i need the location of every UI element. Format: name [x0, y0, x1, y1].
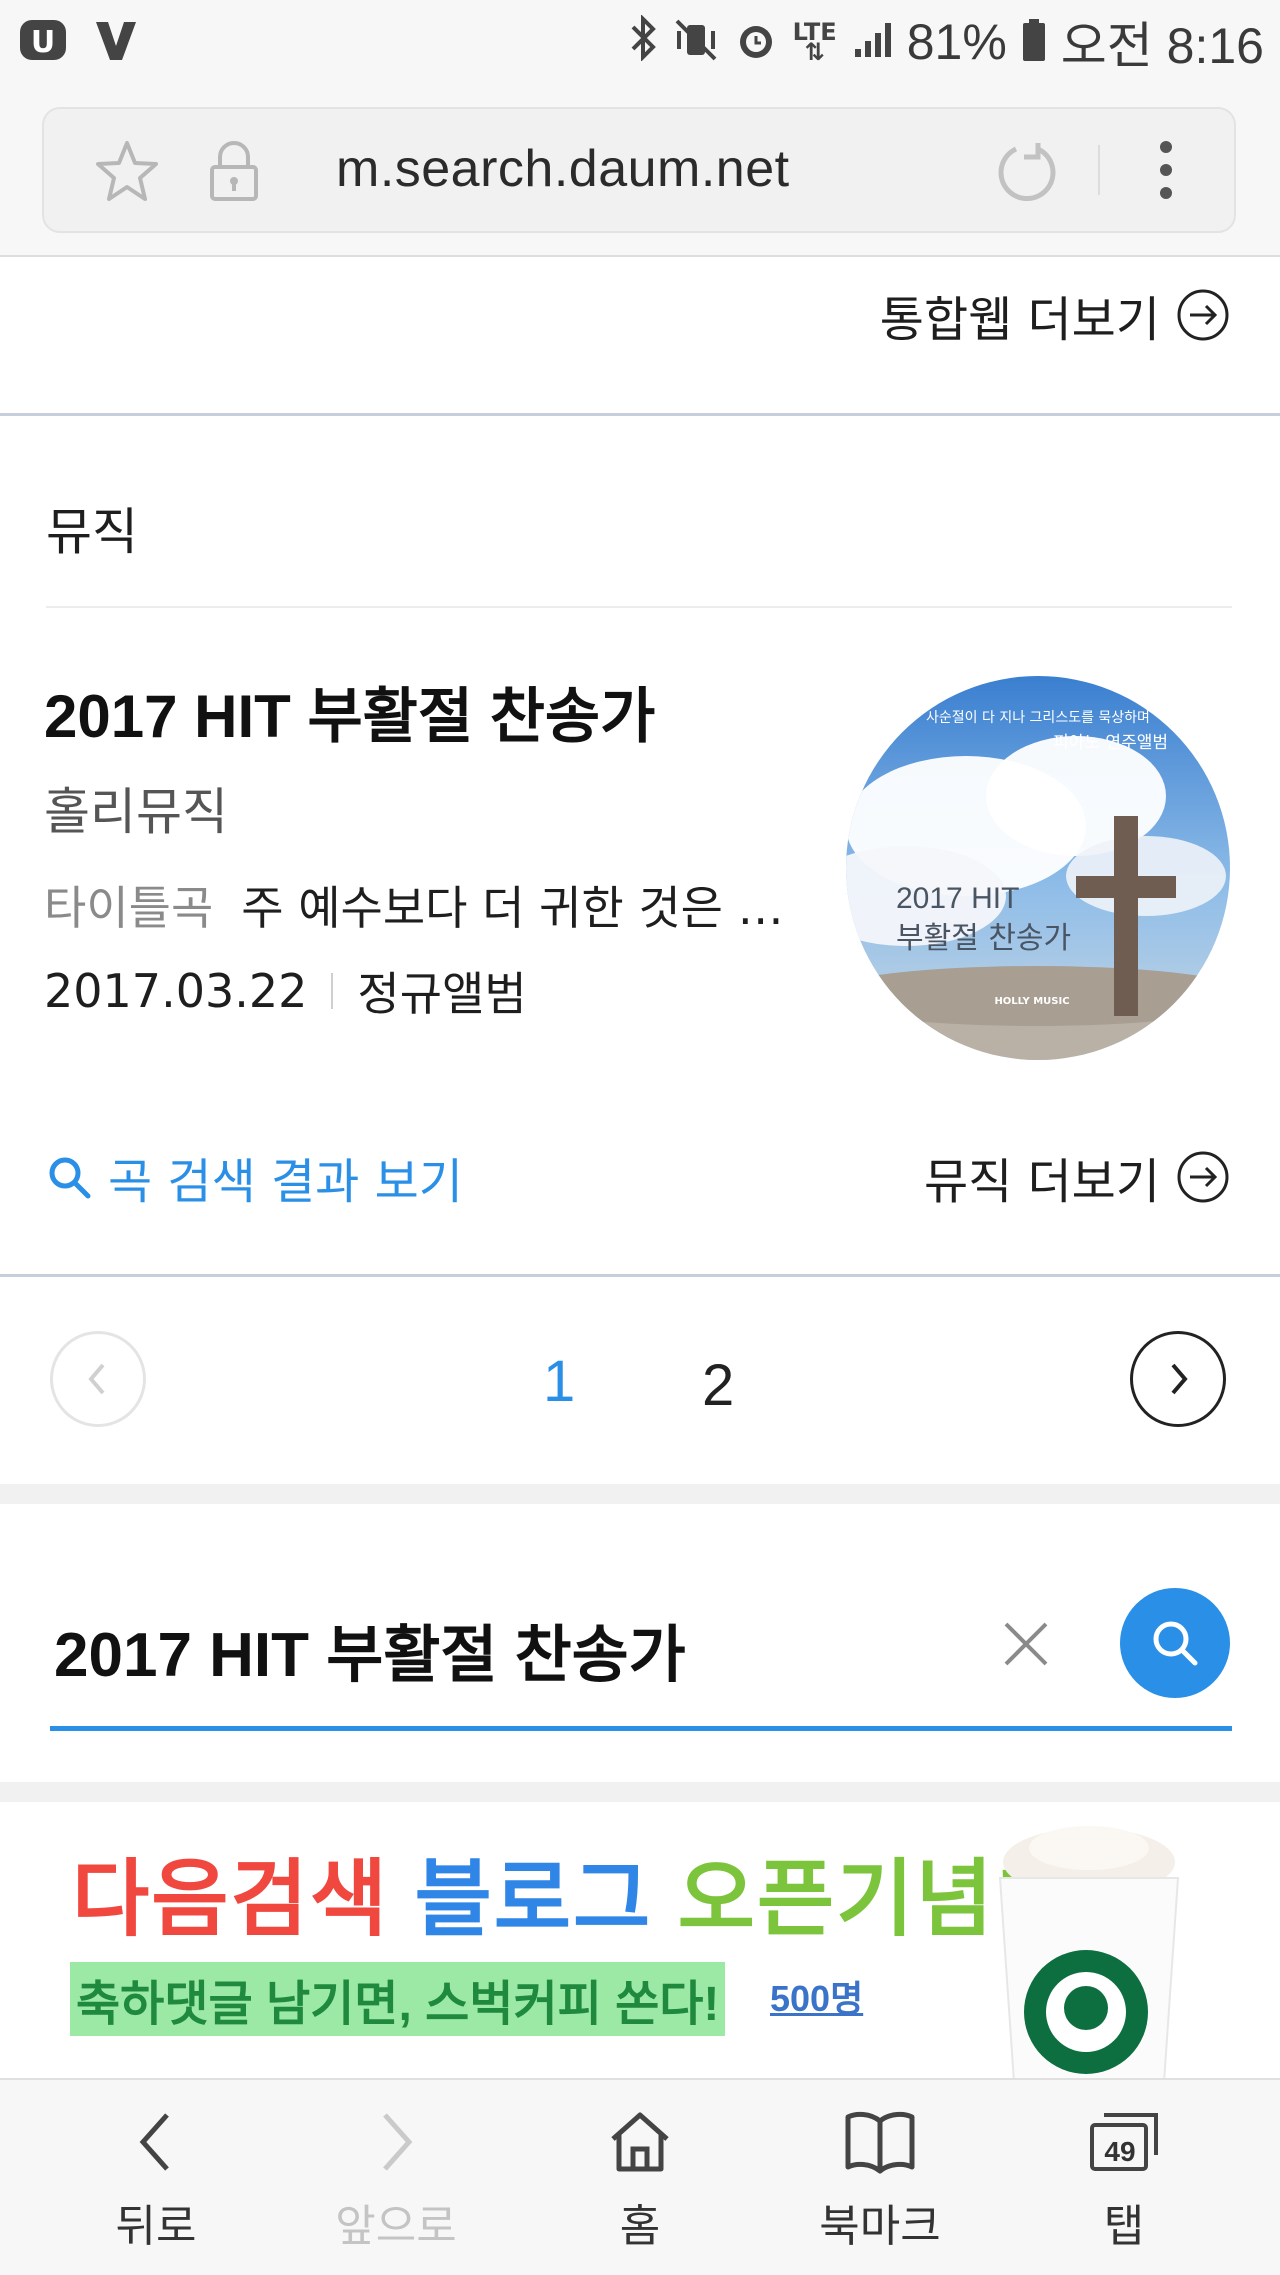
section-gap: [0, 1782, 1280, 1802]
signal-icon: [851, 19, 893, 65]
vibrate-mute-icon: [673, 17, 719, 67]
section-gap: [0, 1484, 1280, 1504]
browser-toolbar: m.search.daum.net: [0, 92, 1280, 257]
tab-count: 49: [1104, 2136, 1136, 2167]
bluetooth-icon: [629, 13, 659, 70]
web-more-link[interactable]: 통합웹 더보기: [880, 280, 1230, 350]
nav-home-label: 홈: [619, 2201, 661, 2252]
app-u-icon: U: [18, 14, 70, 66]
release-date: 2017.03.22: [44, 964, 308, 1018]
web-more-label: 통합웹 더보기: [879, 292, 1160, 348]
tabs-icon: 49: [1082, 2100, 1166, 2184]
ad-banner[interactable]: 다음검색 블로그 오픈기념! 축하댓글 남기면, 스벅커피 쏜다! 500명: [0, 1802, 1280, 2078]
app-v-icon: [92, 14, 144, 66]
arrow-right-circle-icon: [1177, 289, 1229, 341]
chevron-left-icon: [114, 2100, 198, 2184]
status-bar: U LTE ⇅ 81% 오전 8:16: [0, 0, 1280, 92]
nav-forward-label: 앞으로: [335, 2201, 457, 2252]
album-title[interactable]: 2017 HIT 부활절 찬송가: [44, 668, 655, 755]
close-icon: [1004, 1622, 1048, 1666]
music-more-label: 뮤직 더보기: [923, 1154, 1160, 1210]
reload-icon[interactable]: [994, 139, 1060, 209]
search-icon: [1153, 1621, 1198, 1666]
section-divider: [0, 1274, 1280, 1277]
svg-text:U: U: [31, 25, 55, 60]
prev-page-button[interactable]: [50, 1331, 146, 1427]
bottom-navigation: 뒤로 앞으로 홈 북마크 49 탭: [0, 2078, 1280, 2275]
address-bar[interactable]: m.search.daum.net: [42, 107, 1236, 233]
cover-top-text: 사순절이 다 지나 그리스도를 묵상하며: [926, 710, 1150, 726]
section-title-divider: [46, 606, 1232, 608]
album-cover[interactable]: 사순절이 다 지나 그리스도를 묵상하며 피아노 연주앨범 2017 HIT 부…: [846, 676, 1230, 1060]
status-left-icons: U: [18, 14, 144, 66]
banner-count: 500명: [770, 1978, 864, 2019]
nav-tabs-button[interactable]: 49 탭: [1024, 2100, 1224, 2254]
search-icon: [49, 1157, 91, 1199]
nav-back-button[interactable]: 뒤로: [56, 2100, 256, 2254]
album-meta-row: 2017.03.22 정규앨범: [44, 958, 527, 1024]
star-bookmark-icon[interactable]: [94, 139, 160, 207]
cover-brand: HOLLY MUSIC: [994, 996, 1069, 1007]
status-right: LTE ⇅ 81% 오전 8:16: [629, 10, 1264, 74]
banner-headline-part2: 블로그: [414, 1852, 653, 1946]
page-1[interactable]: 1: [543, 1348, 575, 1415]
meta-separator: [331, 973, 334, 1009]
clear-search-button[interactable]: [1000, 1618, 1052, 1674]
nav-forward-button[interactable]: 앞으로: [296, 2100, 496, 2254]
search-input[interactable]: 2017 HIT 부활절 찬송가: [54, 1604, 686, 1694]
search-underline: [50, 1726, 1232, 1731]
banner-headline-part1: 다음검색: [72, 1852, 390, 1946]
alarm-icon: [733, 17, 779, 67]
lte-indicator: LTE ⇅: [792, 18, 837, 66]
network-type-label: LTE: [792, 18, 837, 46]
arrow-right-circle-icon: [1177, 1151, 1229, 1203]
url-text[interactable]: m.search.daum.net: [336, 139, 790, 199]
banner-headline-part3: 오픈기념!: [677, 1852, 1025, 1946]
clock: 오전 8:16: [1060, 18, 1264, 74]
song-search-link[interactable]: 곡 검색 결과 보기: [46, 1142, 463, 1212]
page-2[interactable]: 2: [702, 1352, 734, 1419]
banner-subline: 축하댓글 남기면, 스벅커피 쏜다!: [70, 1962, 726, 2036]
music-more-link[interactable]: 뮤직 더보기: [924, 1142, 1230, 1212]
nav-bookmarks-label: 북마크: [819, 2201, 941, 2252]
title-track-label: 타이틀곡: [44, 881, 214, 935]
overflow-menu-icon[interactable]: [1158, 137, 1174, 207]
coffee-cup-image: [984, 1822, 1194, 2078]
section-title-music: 뮤직: [46, 503, 138, 561]
banner-headline: 다음검색 블로그 오픈기념!: [72, 1832, 1025, 1953]
battery-icon: [1021, 17, 1047, 67]
title-track-name[interactable]: 주 예수보다 더 귀한 것은 …: [241, 872, 783, 938]
nav-tabs-label: 탭: [1103, 2201, 1145, 2252]
title-track-row[interactable]: 타이틀곡 주 예수보다 더 귀한 것은 …: [44, 872, 784, 938]
section-divider: [0, 413, 1280, 416]
battery-percent: 81%: [906, 14, 1007, 70]
album-type: 정규앨범: [357, 967, 527, 1021]
search-button[interactable]: [1120, 1588, 1230, 1698]
nav-home-button[interactable]: 홈: [540, 2100, 740, 2254]
next-page-button[interactable]: [1130, 1331, 1226, 1427]
song-search-label: 곡 검색 결과 보기: [108, 1154, 463, 1210]
chevron-left-icon: [88, 1363, 105, 1395]
cover-badge: 피아노 연주앨범: [1053, 733, 1168, 753]
nav-bookmarks-button[interactable]: 북마크: [780, 2100, 980, 2254]
home-icon: [598, 2100, 682, 2184]
cover-line2: 부활절 찬송가: [896, 921, 1071, 956]
chevron-right-icon: [354, 2100, 438, 2184]
chevron-right-icon: [1171, 1363, 1188, 1395]
toolbar-divider: [1098, 145, 1100, 195]
lock-icon: [206, 139, 262, 207]
nav-back-label: 뒤로: [115, 2201, 197, 2252]
album-artist[interactable]: 홀리뮤직: [44, 772, 228, 844]
book-open-icon: [838, 2100, 922, 2184]
cover-line1: 2017 HIT: [896, 882, 1019, 915]
